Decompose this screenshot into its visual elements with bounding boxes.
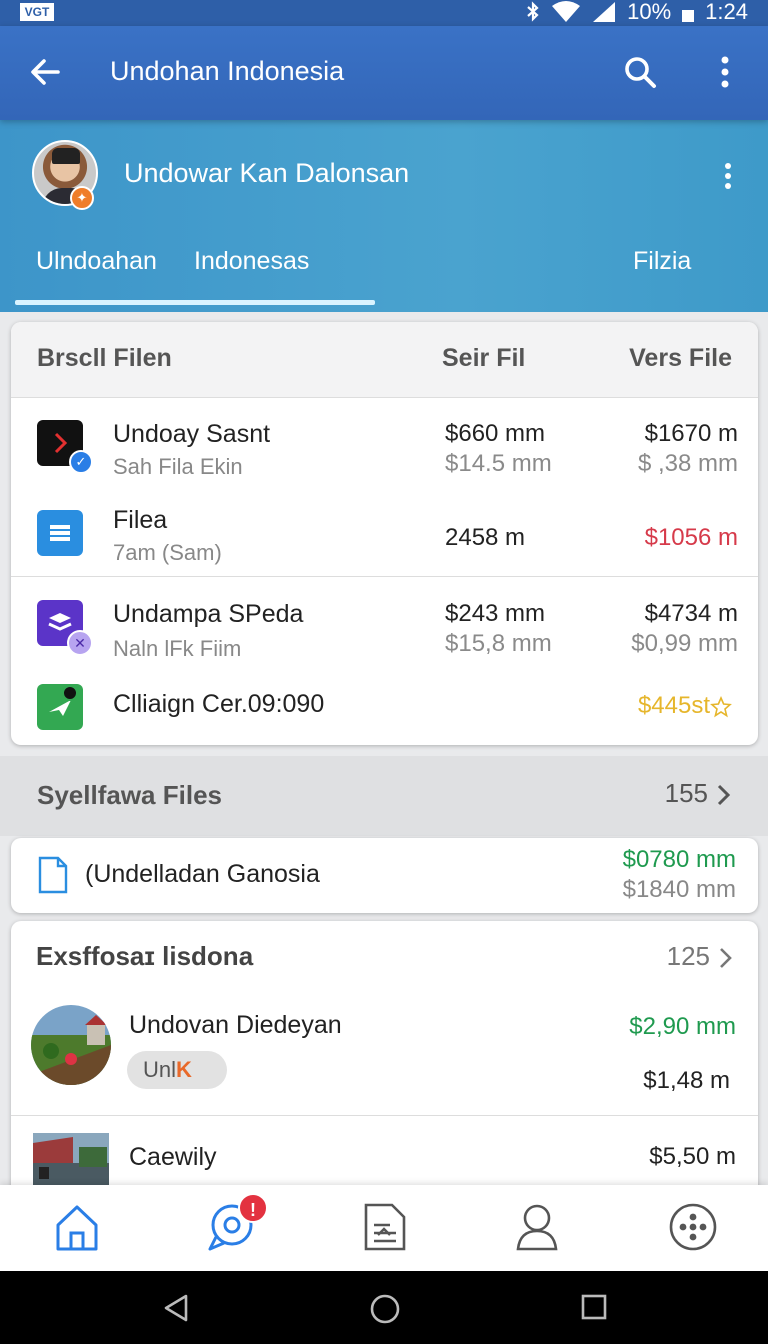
video-app-icon: ✓	[37, 420, 93, 474]
table-header: Brscll Filen Seir Fil Vers File	[11, 322, 758, 398]
street-thumbnail	[33, 1133, 109, 1193]
row-value: $4734 m	[644, 600, 738, 627]
row-value: $660 mm	[445, 420, 546, 447]
list-item-title: Undovan Diedeyan	[129, 1011, 342, 1039]
row-value: $1670 m	[644, 420, 738, 447]
more-vert-icon[interactable]	[710, 54, 740, 94]
row-title: Undampa SPeda	[113, 600, 304, 628]
row-subtitle: Naln lFk Fiim	[113, 636, 242, 661]
document-icon	[38, 856, 68, 894]
bottom-nav: !	[0, 1185, 768, 1271]
carrier-logo: VGT	[20, 3, 54, 21]
document-icon[interactable]	[360, 1201, 410, 1253]
row-value: $243 mm	[445, 600, 546, 627]
table-row[interactable]: Clliaign Cer.09:090 $445st	[11, 682, 758, 742]
home-icon[interactable]	[52, 1201, 102, 1253]
list-card-count: 125	[666, 941, 710, 971]
row-title: Undoay Sasnt	[113, 420, 271, 448]
system-nav-bar	[0, 1271, 768, 1344]
profile-more-icon[interactable]	[718, 158, 738, 194]
back-arrow-icon[interactable]	[26, 52, 66, 92]
column-header[interactable]: Vers File	[629, 344, 732, 373]
list-item-title: Caewily	[129, 1143, 217, 1171]
person-icon[interactable]	[512, 1201, 562, 1253]
row-subtitle: 7am (Sam)	[113, 540, 222, 565]
section-header[interactable]: Syellfawa Files 155	[0, 756, 768, 836]
chevron-right-icon	[717, 784, 731, 806]
row-value: $14.5 mm	[445, 450, 552, 477]
star-icon[interactable]	[710, 696, 732, 718]
chip-accent: K	[176, 1057, 192, 1082]
row-subtitle: Sah Fila Ekin	[113, 454, 243, 479]
search-icon[interactable]	[620, 52, 660, 92]
list-item-value: $5,50 m	[649, 1143, 736, 1170]
battery-percent: 10%	[627, 0, 672, 24]
row-title: Filea	[113, 506, 168, 534]
row-value: $0,99 mm	[631, 630, 738, 657]
list-card: Exsffosaɪ lisdona 125 Undovan Diedeyan U…	[11, 921, 758, 1201]
wifi-icon	[552, 1, 581, 22]
tab-ulndoahan[interactable]: Ulndoahan	[36, 244, 157, 284]
row-value: $ ,38 mm	[637, 450, 738, 477]
clock: 1:24	[705, 0, 748, 24]
files-table-card: Brscll Filen Seir Fil Vers File ✓ Undoay…	[11, 322, 758, 745]
section-count: 155	[664, 778, 708, 808]
file-app-icon	[37, 510, 83, 556]
list-card-title: Exsffosaɪ lisdona	[36, 941, 254, 971]
send-app-icon	[37, 684, 83, 730]
profile-name: Undowar Kan Dalonsan	[124, 158, 410, 188]
chip-label: Unl	[143, 1057, 177, 1082]
avatar-badge-icon: ✦	[70, 186, 94, 210]
tab-filzia[interactable]: Filzia	[633, 244, 691, 284]
tab-indonesas[interactable]: Indonesas	[194, 244, 309, 284]
file-card[interactable]: (Undelladan Ganosia $0780 mm $1840 mm	[11, 838, 758, 913]
app-bar: Undohan Indonesia	[0, 26, 768, 120]
battery-icon	[682, 10, 695, 22]
row-divider	[11, 576, 758, 577]
file-card-value: $1840 mm	[622, 876, 736, 903]
status-bar: VGT 10% 1:24	[0, 0, 768, 26]
signal-icon	[593, 2, 616, 22]
row-divider	[11, 1115, 758, 1116]
garden-thumbnail	[31, 1005, 111, 1085]
column-header[interactable]: Brscll Filen	[37, 344, 172, 373]
table-row[interactable]: ✓ Undoay Sasnt Sah Fila Ekin $660 mm $14…	[11, 412, 758, 492]
system-recents-icon[interactable]	[580, 1293, 608, 1321]
row-value: 2458 m	[445, 524, 526, 551]
page-title: Undohan Indonesia	[110, 56, 345, 86]
row-title: Clliaign Cer.09:090	[113, 690, 325, 718]
system-back-icon[interactable]	[162, 1293, 192, 1323]
row-value-warning: $445st	[637, 692, 710, 719]
list-item-value: $1,48 m	[643, 1067, 730, 1094]
column-header[interactable]: Seir Fil	[442, 344, 525, 373]
file-card-value-positive: $0780 mm	[622, 846, 736, 873]
file-card-title: (Undelladan Ganosia	[85, 860, 320, 888]
list-item[interactable]: Undovan Diedeyan UnlK $2,90 mm $1,48 m	[11, 1003, 758, 1113]
system-home-icon[interactable]	[369, 1293, 401, 1325]
row-value: $15,8 mm	[445, 630, 552, 657]
tab-indicator	[15, 300, 375, 305]
table-row[interactable]: Filea 7am (Sam) 2458 m $1056 m	[11, 502, 758, 578]
chevron-right-icon[interactable]	[716, 945, 736, 971]
bluetooth-icon	[527, 1, 539, 22]
notification-badge: !	[238, 1193, 268, 1223]
list-item-value-positive: $2,90 mm	[629, 1013, 736, 1040]
table-row[interactable]: ✕ Undampa SPeda Naln lFk Fiim $243 mm $1…	[11, 592, 758, 672]
verified-icon: ✓	[69, 450, 93, 474]
row-value-negative: $1056 m	[644, 524, 738, 551]
apps-icon[interactable]	[668, 1201, 718, 1253]
stack-app-icon: ✕	[37, 600, 93, 656]
profile-header: ✦ Undowar Kan Dalonsan Ulndoahan Indones…	[0, 120, 768, 312]
tools-icon: ✕	[67, 630, 93, 656]
section-title: Syellfawa Files	[37, 780, 222, 810]
tag-chip[interactable]: UnlK	[127, 1051, 227, 1089]
